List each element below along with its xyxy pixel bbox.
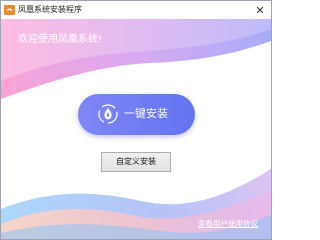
window-title: 凤凰系统安装程序 — [18, 5, 82, 14]
custom-install-button[interactable]: 自定义安装 — [101, 152, 171, 172]
phoenix-logo-icon — [98, 104, 118, 124]
one-click-install-button[interactable]: 一键安装 — [78, 94, 195, 135]
installer-window: 凤凰系统安装程序 ✕ 欢迎使用凤凰系统! 一键安装 自定义安装 查看用户使用协议 — [0, 0, 272, 240]
install-button-label: 一键安装 — [124, 107, 168, 120]
title-bar[interactable]: 凤凰系统安装程序 ✕ — [1, 1, 271, 19]
close-icon: ✕ — [255, 3, 265, 17]
welcome-text: 欢迎使用凤凰系统! — [18, 34, 103, 45]
user-agreement-link[interactable]: 查看用户使用协议 — [198, 219, 258, 229]
app-icon — [4, 5, 15, 15]
close-button[interactable]: ✕ — [249, 1, 271, 19]
